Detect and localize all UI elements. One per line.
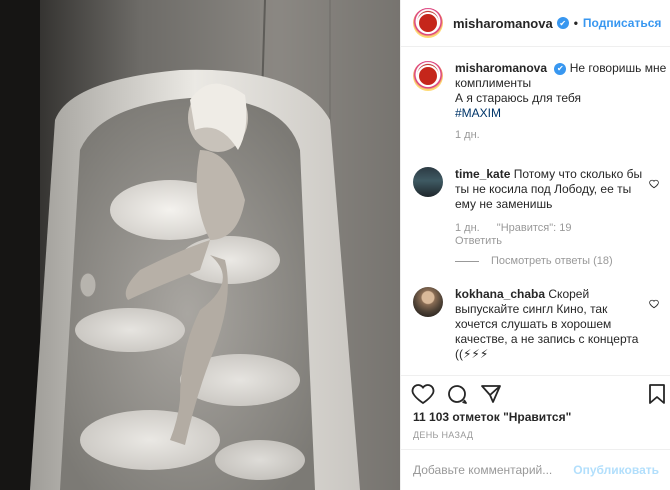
comment-author[interactable]: time_kate xyxy=(455,167,510,181)
likes-count[interactable]: 11 103 отметок "Нравится" xyxy=(413,410,571,424)
caption-line2: А я стараюсь для тебя xyxy=(455,91,581,105)
caption-author[interactable]: misharomanova xyxy=(455,61,547,75)
verified-icon: ✔ xyxy=(554,62,567,75)
comment-meta: 1 дн. "Нравится": 19 Ответить xyxy=(455,222,667,248)
post-time[interactable]: ДЕНЬ НАЗАД xyxy=(413,430,473,440)
commenter-avatar[interactable] xyxy=(413,167,443,197)
like-comment-heart-icon[interactable] xyxy=(649,299,659,309)
author-avatar[interactable] xyxy=(413,8,443,38)
post-header: misharomanova ✔ • Подписаться xyxy=(401,0,670,47)
comments-list[interactable]: misharomanova ✔ Не говоришь мне комплиме… xyxy=(401,47,670,375)
author-username[interactable]: misharomanova xyxy=(453,16,553,31)
avatar-image xyxy=(417,65,439,87)
share-icon[interactable] xyxy=(479,382,503,406)
caption: misharomanova ✔ Не говоришь мне комплиме… xyxy=(413,61,667,142)
like-comment-heart-icon[interactable] xyxy=(649,179,659,189)
caption-meta: 1 дн. xyxy=(455,129,667,142)
caption-hashtag[interactable]: #MAXIM xyxy=(455,106,501,120)
action-bar xyxy=(401,375,670,405)
post-photo[interactable] xyxy=(0,0,400,490)
comment-age[interactable]: 1 дн. xyxy=(455,222,480,234)
comment-author[interactable]: kokhana_chaba xyxy=(455,287,545,301)
caption-avatar[interactable] xyxy=(413,61,443,91)
comment-likes[interactable]: "Нравится": 19 xyxy=(497,222,572,234)
list-item: kokhana_chaba Скорей выпускайте сингл Ки… xyxy=(413,287,667,362)
view-replies-label: Посмотреть ответы (18) xyxy=(491,255,613,267)
publish-button[interactable]: Опубликовать xyxy=(573,463,659,477)
caption-age[interactable]: 1 дн. xyxy=(455,129,480,141)
bathtub-photo-illustration xyxy=(0,0,400,490)
add-comment-bar: Опубликовать xyxy=(401,449,670,490)
heart-icon[interactable] xyxy=(411,382,435,406)
comment-icon[interactable] xyxy=(445,382,469,406)
separator-dot: • xyxy=(573,16,578,30)
avatar-image xyxy=(417,12,439,34)
divider xyxy=(455,260,479,262)
comment-input[interactable] xyxy=(413,463,574,477)
follow-button[interactable]: Подписаться xyxy=(583,16,661,30)
list-item: time_kate Потому что сколько бы ты не ко… xyxy=(413,167,667,248)
post-side-panel: misharomanova ✔ • Подписаться misharoman… xyxy=(400,0,670,490)
commenter-avatar[interactable] xyxy=(413,287,443,317)
view-replies-button[interactable]: Посмотреть ответы (18) xyxy=(455,255,613,267)
verified-icon: ✔ xyxy=(556,17,569,29)
reply-button[interactable]: Ответить xyxy=(455,235,502,247)
bookmark-icon[interactable] xyxy=(645,382,669,406)
